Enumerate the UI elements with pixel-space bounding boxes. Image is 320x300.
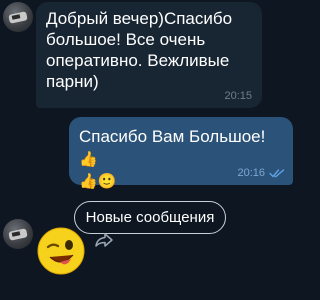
outgoing-message-bubble[interactable]: Спасибо Вам Большое!👍 👍🙂 20:16	[69, 117, 293, 190]
outgoing-message-text: Спасибо Вам Большое!👍 👍🙂	[79, 126, 283, 192]
incoming-message-text: Добрый вечер)Спасибо большое! Все очень …	[46, 9, 233, 91]
new-messages-button[interactable]: Новые сообщения	[74, 201, 226, 234]
smiling-face-emoji: 🙂	[97, 172, 117, 190]
sender-avatar[interactable]	[3, 219, 33, 249]
winking-face-sticker[interactable]	[36, 226, 86, 276]
incoming-message-bubble[interactable]: Добрый вечер)Спасибо большое! Все очень …	[36, 2, 262, 108]
outgoing-message-time: 20:16	[237, 167, 265, 179]
double-check-icon	[269, 169, 285, 178]
incoming-message-time: 20:15	[224, 90, 252, 102]
outgoing-message-text-main: Спасибо Вам Большое!	[79, 127, 266, 146]
thumbs-up-emoji: 👍	[79, 150, 98, 168]
sender-avatar[interactable]	[3, 2, 33, 32]
share-forward-icon[interactable]	[94, 232, 114, 248]
thumbs-up-emoji: 👍	[79, 172, 98, 190]
